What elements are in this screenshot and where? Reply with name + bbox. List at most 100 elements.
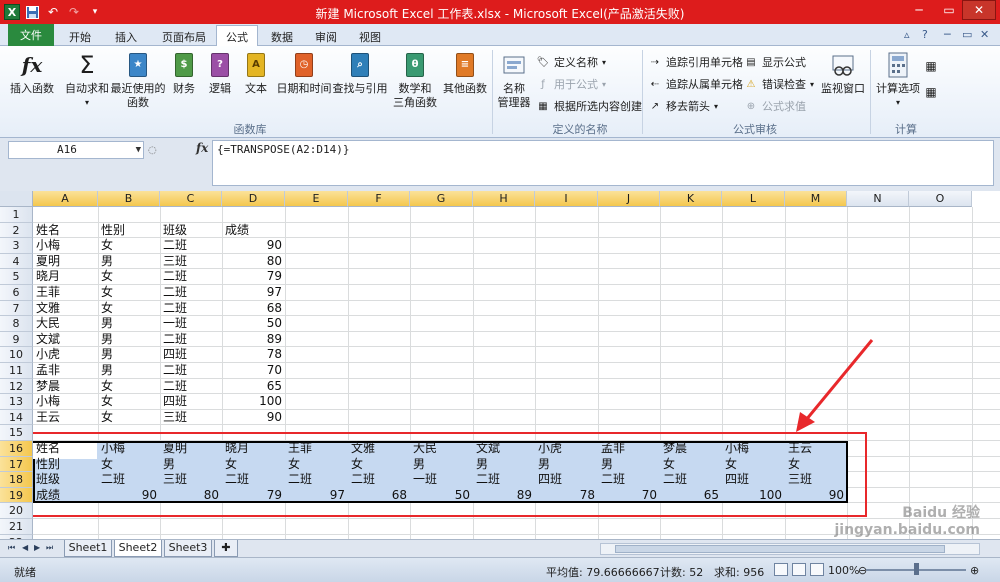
cell[interactable]: 女 <box>285 457 348 472</box>
cell[interactable]: 男 <box>598 457 660 472</box>
cell[interactable]: 97 <box>285 488 348 503</box>
cell[interactable]: 成绩 <box>222 223 285 238</box>
cell[interactable]: 小梅 <box>33 238 98 253</box>
normal-view-icon[interactable] <box>774 563 788 576</box>
last-sheet-icon[interactable]: ⏭ <box>46 543 53 553</box>
cell[interactable]: 65 <box>222 379 285 394</box>
recent-functions-button[interactable]: ★ 最近使用的 函数 <box>110 50 166 110</box>
cell[interactable]: 文斌 <box>33 332 98 347</box>
prev-sheet-icon[interactable]: ◀ <box>22 543 28 552</box>
more-functions-button[interactable]: ≡ 其他函数 <box>442 50 488 96</box>
column-header-E[interactable]: E <box>285 191 348 207</box>
text-button[interactable]: A 文本 <box>240 50 272 96</box>
horizontal-scrollbar[interactable] <box>600 543 980 555</box>
column-header-D[interactable]: D <box>222 191 285 207</box>
cell[interactable]: 小梅 <box>98 441 160 456</box>
cell[interactable]: 90 <box>222 410 285 425</box>
zoom-in-icon[interactable]: ⊕ <box>970 564 979 577</box>
cell[interactable]: 男 <box>98 332 160 347</box>
column-header-M[interactable]: M <box>785 191 847 207</box>
row-header-6[interactable]: 6 <box>0 285 33 301</box>
page-break-view-icon[interactable] <box>810 563 824 576</box>
cell[interactable]: 50 <box>410 488 473 503</box>
cell[interactable]: 二班 <box>160 285 222 300</box>
row-header-17[interactable]: 17 <box>0 456 33 473</box>
cell[interactable]: 小梅 <box>33 394 98 409</box>
row-header-3[interactable]: 3 <box>0 238 33 254</box>
cell[interactable]: 男 <box>160 457 222 472</box>
cell[interactable]: 夏明 <box>160 441 222 456</box>
page-layout-view-icon[interactable] <box>792 563 806 576</box>
remove-arrows-button[interactable]: ↗ 移去箭头 ▾ <box>648 98 718 114</box>
use-in-formula-button[interactable]: ƒ 用于公式 ▾ <box>536 76 606 92</box>
tab-view[interactable]: 视图 <box>350 27 390 46</box>
cell[interactable]: 成绩 <box>33 488 98 503</box>
cell[interactable]: 女 <box>98 285 160 300</box>
sheet-tab-sheet2[interactable]: Sheet2 <box>114 540 162 557</box>
cell[interactable]: 70 <box>598 488 660 503</box>
autosum-button[interactable]: Σ 自动求和 ▾ <box>62 50 112 110</box>
row-header-2[interactable]: 2 <box>0 222 33 239</box>
column-header-C[interactable]: C <box>160 191 222 207</box>
row-header-14[interactable]: 14 <box>0 409 33 426</box>
cell[interactable]: 80 <box>222 254 285 269</box>
cell[interactable]: 89 <box>222 332 285 347</box>
calculate-sheet-icon[interactable]: ▦ <box>924 85 938 99</box>
cell[interactable]: 班级 <box>33 472 98 487</box>
cell[interactable]: 姓名 <box>33 441 98 456</box>
cell[interactable]: 孟非 <box>33 363 98 378</box>
cell[interactable]: 大民 <box>33 316 98 331</box>
tab-page-layout[interactable]: 页面布局 <box>152 27 216 46</box>
cell[interactable]: 68 <box>348 488 410 503</box>
cell[interactable]: 三班 <box>160 410 222 425</box>
row-header-20[interactable]: 20 <box>0 503 33 519</box>
row-header-12[interactable]: 12 <box>0 378 33 395</box>
cell[interactable]: 二班 <box>598 472 660 487</box>
column-header-I[interactable]: I <box>535 191 598 207</box>
cell[interactable]: 女 <box>722 457 785 472</box>
calculate-now-icon[interactable]: ▦ <box>924 59 938 73</box>
cell[interactable]: 女 <box>348 457 410 472</box>
select-all-corner[interactable] <box>0 191 33 207</box>
error-checking-button[interactable]: ⚠ 错误检查 ▾ <box>744 76 815 92</box>
row-header-16[interactable]: 16 <box>0 441 33 457</box>
cell[interactable]: 68 <box>222 301 285 316</box>
tab-formulas[interactable]: 公式 <box>216 25 258 47</box>
cell[interactable]: 女 <box>785 457 847 472</box>
cell[interactable]: 二班 <box>473 472 535 487</box>
cell[interactable]: 性别 <box>98 223 160 238</box>
column-header-F[interactable]: F <box>348 191 410 207</box>
cell[interactable]: 二班 <box>160 379 222 394</box>
doc-minimize-icon[interactable]: ─ <box>944 28 951 41</box>
cell[interactable]: 70 <box>222 363 285 378</box>
cell[interactable]: 一班 <box>160 316 222 331</box>
row-header-5[interactable]: 5 <box>0 269 33 285</box>
cell[interactable]: 性别 <box>33 457 98 472</box>
row-header-9[interactable]: 9 <box>0 331 33 348</box>
cell[interactable]: 王菲 <box>33 285 98 300</box>
formula-input[interactable]: {=TRANSPOSE(A2:D14)} <box>212 140 994 186</box>
row-header-21[interactable]: 21 <box>0 519 33 535</box>
row-header-4[interactable]: 4 <box>0 253 33 270</box>
column-header-O[interactable]: O <box>909 191 972 207</box>
trace-dependents-button[interactable]: ⇠ 追踪从属单元格 <box>648 76 743 92</box>
cell[interactable]: 王云 <box>33 410 98 425</box>
cell[interactable]: 男 <box>473 457 535 472</box>
cell[interactable]: 女 <box>98 238 160 253</box>
cell[interactable]: 夏明 <box>33 254 98 269</box>
cell[interactable]: 女 <box>98 410 160 425</box>
row-header-7[interactable]: 7 <box>0 300 33 317</box>
cell[interactable]: 79 <box>222 488 285 503</box>
cell[interactable]: 100 <box>222 394 285 409</box>
cell[interactable]: 孟非 <box>598 441 660 456</box>
cell[interactable]: 二班 <box>98 472 160 487</box>
cell[interactable]: 王云 <box>785 441 847 456</box>
cell[interactable]: 女 <box>98 457 160 472</box>
cell[interactable]: 三班 <box>160 472 222 487</box>
cell[interactable]: 小梅 <box>722 441 785 456</box>
cell[interactable]: 小虎 <box>535 441 598 456</box>
doc-restore-icon[interactable]: ▭ <box>962 28 972 41</box>
cell[interactable]: 80 <box>160 488 222 503</box>
cell[interactable]: 二班 <box>160 238 222 253</box>
cell[interactable]: 50 <box>222 316 285 331</box>
